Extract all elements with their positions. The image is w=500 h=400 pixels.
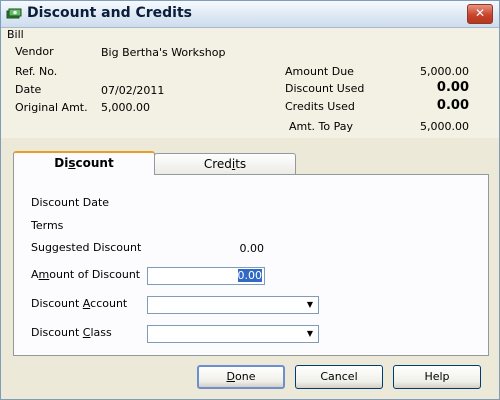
help-button[interactable]: Help [393,365,481,389]
discount-account-dropdown[interactable]: ▼ [147,296,319,314]
discount-class-label: Discount Class [31,326,112,339]
done-button-label: Done [226,370,256,383]
amount-of-discount-label: Amount of Discount [31,268,141,281]
ref-no-label: Ref. No. [15,65,58,78]
chevron-down-icon[interactable]: ▼ [303,327,317,341]
cancel-button[interactable]: Cancel [295,365,383,389]
amt-to-pay-label: Amt. To Pay [289,120,354,133]
window-title: Discount and Credits [27,5,192,21]
discount-credits-dialog: Discount and Credits ✕ Bill Vendor Big B… [0,0,500,400]
original-amt-value: 5,000.00 [101,101,150,114]
original-amt-label: Original Amt. [15,101,88,114]
tab-credits-label: Credits [203,157,247,171]
discount-account-label: Discount Account [31,297,128,310]
chevron-down-icon[interactable]: ▼ [303,298,317,312]
done-button[interactable]: Done [197,365,285,389]
amount-of-discount-value: 0.00 [237,269,262,282]
amount-due-value: 5,000.00 [420,65,469,78]
credits-used-label: Credits Used [285,100,355,113]
date-label: Date [15,83,42,96]
amount-of-discount-input[interactable]: 0.00 [147,267,265,285]
suggested-discount-value: 0.00 [239,242,265,255]
date-value: 07/02/2011 [101,84,165,97]
bill-icon [6,8,22,19]
discount-class-dropdown[interactable]: ▼ [147,325,319,343]
discount-used-value: 0.00 [436,80,469,95]
tab-discount[interactable]: Discount [13,151,155,175]
vendor-label: Vendor [15,45,54,58]
amount-due-label: Amount Due [285,65,354,78]
suggested-discount-label: Suggested Discount [31,241,142,254]
title-bar[interactable]: Discount and Credits ✕ [1,1,499,28]
terms-label: Terms [31,219,64,232]
tab-credits[interactable]: Credits [154,153,296,174]
tab-discount-label: Discount [54,156,114,170]
discount-tab-panel: Discount Date Terms Suggested Discount 0… [13,174,489,356]
close-icon: ✕ [474,6,486,20]
credits-used-value: 0.00 [436,98,469,113]
discount-date-label: Discount Date [31,196,110,209]
bill-section-label: Bill [7,28,24,41]
bill-info-section: Bill Vendor Big Bertha's Workshop Ref. N… [1,28,499,138]
vendor-value: Big Bertha's Workshop [101,46,226,59]
close-button[interactable]: ✕ [467,4,493,24]
amt-to-pay-value: 5,000.00 [420,120,469,133]
